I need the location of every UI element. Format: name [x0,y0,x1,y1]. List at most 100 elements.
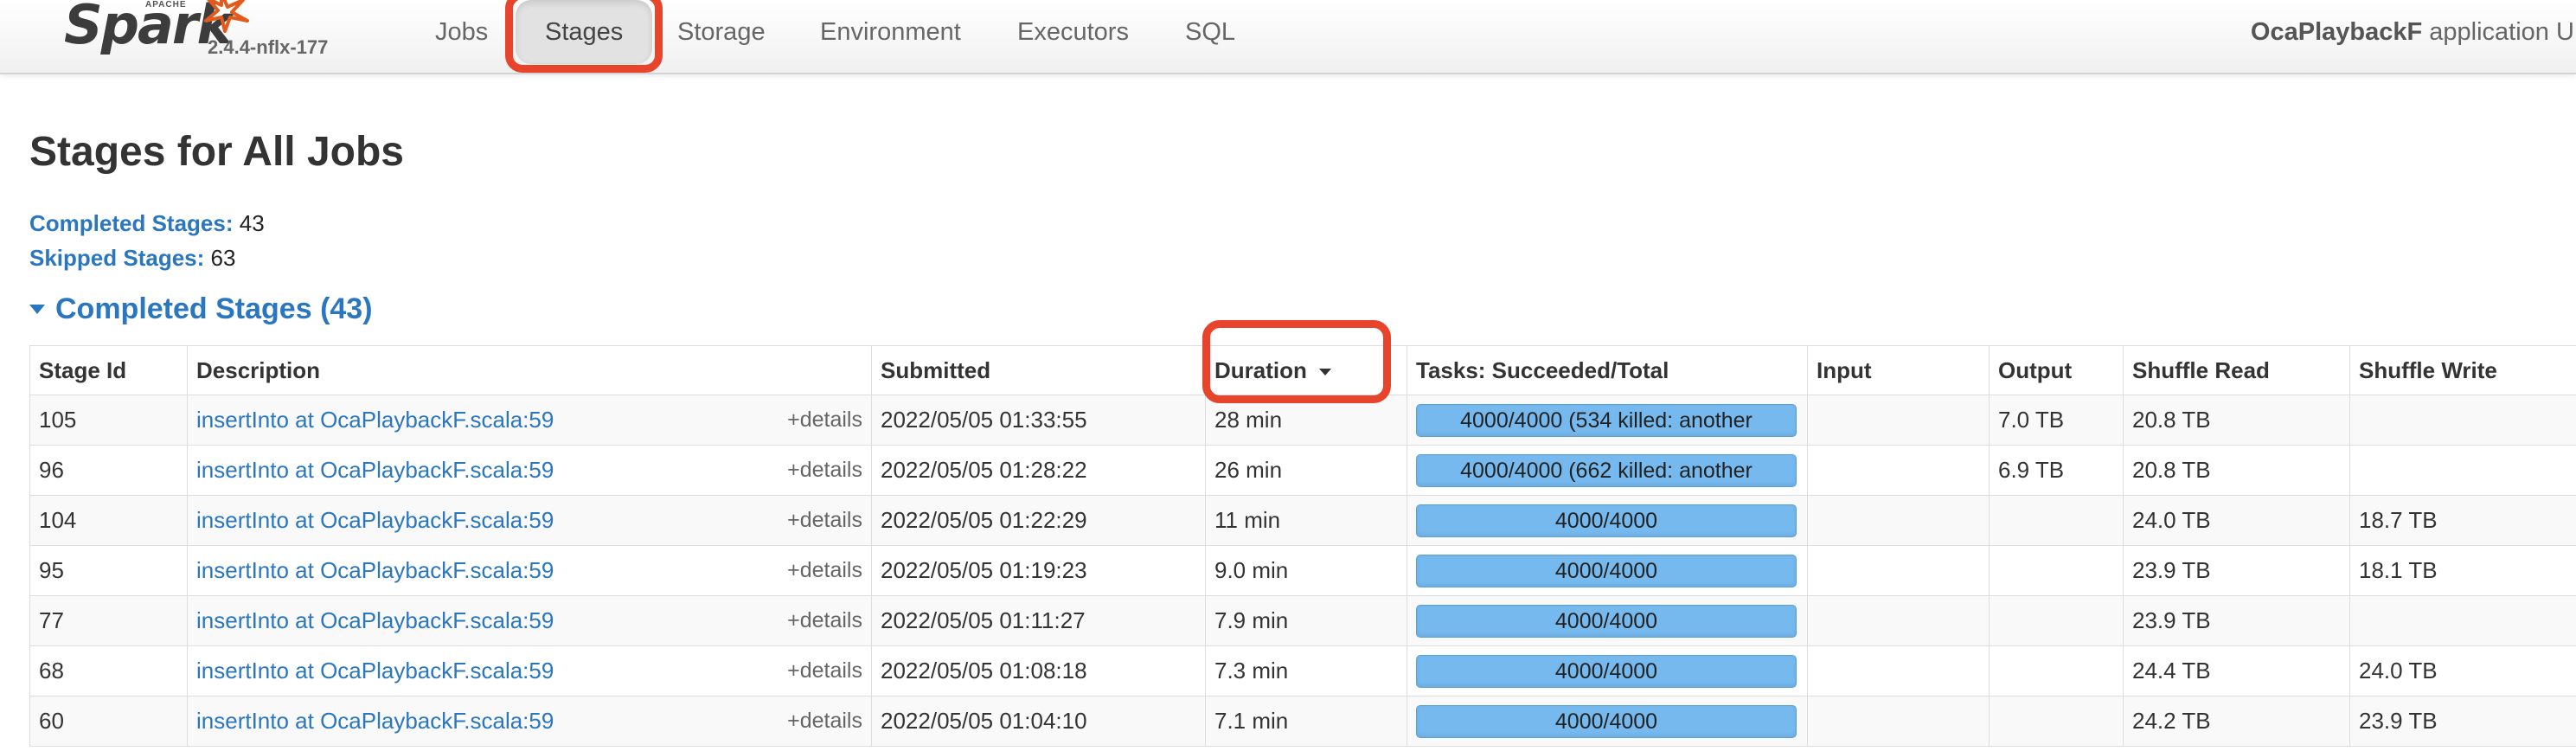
cell-submitted: 2022/05/05 01:11:27 [871,595,1206,646]
completed-stages-link[interactable]: Completed Stages: [29,210,234,236]
cell-duration: 11 min [1205,495,1407,546]
cell-shuffle-write: 24.0 TB [2349,645,2576,696]
cell-tasks: 4000/4000 (534 killed: another [1407,395,1808,446]
cell-duration: 7.9 min [1205,595,1407,646]
skipped-stages-link[interactable]: Skipped Stages: [29,245,204,271]
details-toggle[interactable]: +details [787,446,862,495]
details-toggle[interactable]: +details [787,497,862,545]
stage-description-link[interactable]: insertInto at OcaPlaybackF.scala:59 [196,457,554,483]
spark-logo[interactable]: APACHE Spark 2.4.4-nflx-177 [61,0,346,69]
details-toggle[interactable]: +details [787,597,862,645]
cell-tasks: 4000/4000 [1407,595,1808,646]
details-toggle[interactable]: +details [787,697,862,746]
header-output[interactable]: Output [1989,345,2124,395]
tasks-progress-text: 4000/4000 [1554,558,1658,583]
header-shuffle-write[interactable]: Shuffle Write [2349,345,2576,395]
stage-description-link[interactable]: insertInto at OcaPlaybackF.scala:59 [196,507,554,533]
tasks-progress-text: 4000/4000 [1554,709,1658,734]
cell-input [1807,696,1990,747]
cell-input [1807,395,1990,446]
cell-shuffle-read: 24.2 TB [2123,696,2350,747]
cell-submitted: 2022/05/05 01:22:29 [871,495,1206,546]
tasks-progress-bar: 4000/4000 [1416,704,1797,738]
cell-duration: 26 min [1205,445,1407,496]
tasks-progress-bar: 4000/4000 (534 killed: another [1416,403,1797,437]
details-toggle[interactable]: +details [787,396,862,445]
nav-tab-sql[interactable]: SQL [1185,0,1235,64]
details-toggle[interactable]: +details [787,647,862,696]
cell-stage-id: 104 [29,495,188,546]
cell-submitted: 2022/05/05 01:19:23 [871,545,1206,596]
header-stage-id[interactable]: Stage Id [29,345,188,395]
stage-description-link[interactable]: insertInto at OcaPlaybackF.scala:59 [196,708,554,734]
cell-description: insertInto at OcaPlaybackF.scala:59 +deta… [187,645,872,696]
cell-input [1807,445,1990,496]
cell-input [1807,495,1990,546]
cell-shuffle-write: 18.7 TB [2349,495,2576,546]
header-input[interactable]: Input [1807,345,1990,395]
header-submitted[interactable]: Submitted [871,345,1206,395]
nav-tab-jobs[interactable]: Jobs [435,0,488,64]
cell-stage-id: 60 [29,696,188,747]
cell-tasks: 4000/4000 (662 killed: another [1407,445,1808,496]
cell-stage-id: 95 [29,545,188,596]
cell-output: 6.9 TB [1989,445,2124,496]
cell-tasks: 4000/4000 [1407,545,1808,596]
cell-description: insertInto at OcaPlaybackF.scala:59 +deta… [187,595,872,646]
stage-description-link[interactable]: insertInto at OcaPlaybackF.scala:59 [196,607,554,633]
cell-shuffle-write [2349,445,2576,496]
cell-tasks: 4000/4000 [1407,495,1808,546]
page-title: Stages for All Jobs [29,129,404,175]
tasks-progress-text: 4000/4000 (534 killed: another [1460,408,1753,433]
cell-output [1989,696,2124,747]
cell-shuffle-read: 23.9 TB [2123,595,2350,646]
cell-stage-id: 68 [29,645,188,696]
tasks-progress-bar: 4000/4000 [1416,604,1797,638]
cell-shuffle-write [2349,595,2576,646]
cell-shuffle-read: 24.0 TB [2123,495,2350,546]
details-toggle[interactable]: +details [787,547,862,595]
stage-description-link[interactable]: insertInto at OcaPlaybackF.scala:59 [196,557,554,583]
cell-shuffle-read: 24.4 TB [2123,645,2350,696]
cell-description: insertInto at OcaPlaybackF.scala:59 +deta… [187,545,872,596]
completed-stages-heading: Completed Stages (43) [55,292,373,325]
skipped-stages-count: 63 [210,245,236,271]
tasks-progress-bar: 4000/4000 [1416,654,1797,688]
nav-tab-storage[interactable]: Storage [677,0,766,64]
app-name: OcaPlaybackF [2250,18,2423,46]
tasks-progress-text: 4000/4000 [1554,508,1658,533]
header-description[interactable]: Description [187,345,872,395]
cell-submitted: 2022/05/05 01:28:22 [871,445,1206,496]
cell-stage-id: 105 [29,395,188,446]
cell-stage-id: 96 [29,445,188,496]
header-shuffle-read[interactable]: Shuffle Read [2123,345,2350,395]
cell-tasks: 4000/4000 [1407,696,1808,747]
cell-stage-id: 77 [29,595,188,646]
cell-shuffle-write: 18.1 TB [2349,545,2576,596]
cell-output [1989,495,2124,546]
stage-description-link[interactable]: insertInto at OcaPlaybackF.scala:59 [196,658,554,684]
top-navbar: APACHE Spark 2.4.4-nflx-177 Jobs Stages … [0,0,2576,74]
caret-down-icon [29,305,45,314]
cell-description: insertInto at OcaPlaybackF.scala:59 +deta… [187,445,872,496]
stage-description-link[interactable]: insertInto at OcaPlaybackF.scala:59 [196,407,554,433]
cell-duration: 7.3 min [1205,645,1407,696]
cell-duration: 9.0 min [1205,545,1407,596]
cell-submitted: 2022/05/05 01:33:55 [871,395,1206,446]
nav-tab-environment[interactable]: Environment [820,0,961,64]
cell-submitted: 2022/05/05 01:04:10 [871,696,1206,747]
stages-tab-annotation [505,0,663,73]
cell-output [1989,595,2124,646]
spark-star-icon [204,0,249,33]
duration-column-annotation [1202,320,1391,403]
table-row: 60 insertInto at OcaPlaybackF.scala:59 +de… [29,696,2576,747]
tasks-progress-text: 4000/4000 (662 killed: another [1460,458,1753,483]
completed-stages-toggle[interactable]: Completed Stages (43) [29,292,373,326]
cell-shuffle-read: 20.8 TB [2123,445,2350,496]
header-tasks[interactable]: Tasks: Succeeded/Total [1407,345,1808,395]
nav-tab-executors[interactable]: Executors [1017,0,1129,64]
table-row: 96 insertInto at OcaPlaybackF.scala:59 +de… [29,445,2576,496]
cell-description: insertInto at OcaPlaybackF.scala:59 +deta… [187,495,872,546]
table-row: 104 insertInto at OcaPlaybackF.scala:59 +d… [29,495,2576,546]
cell-input [1807,645,1990,696]
